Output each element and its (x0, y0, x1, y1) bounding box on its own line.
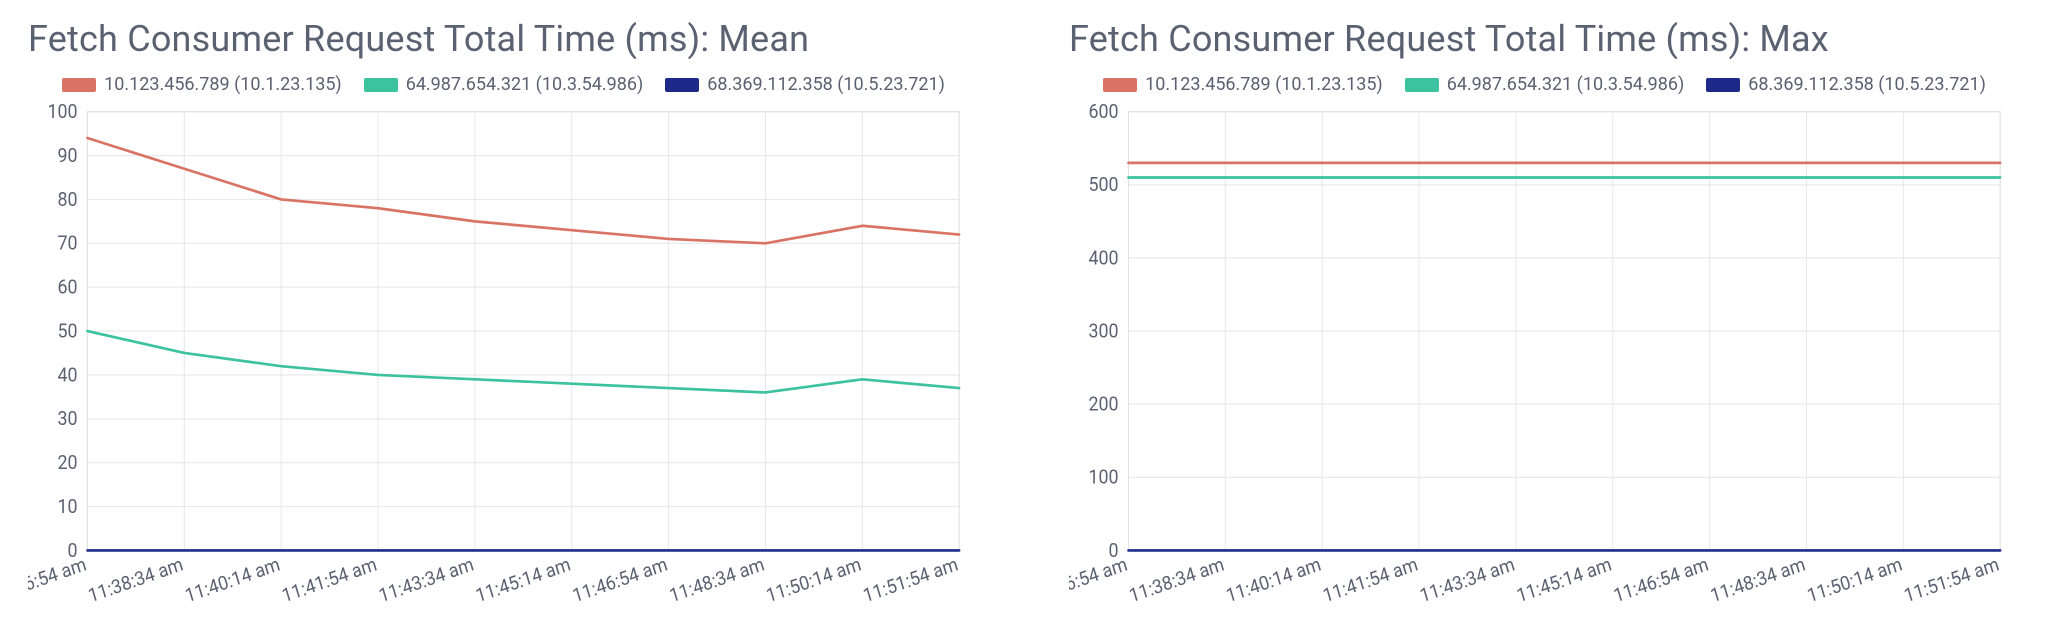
svg-text:60: 60 (57, 276, 77, 299)
svg-text:11:38:34 am: 11:38:34 am (86, 553, 186, 608)
chart-svg-mean: 010203040506070809010011:36:54 am11:38:3… (28, 101, 979, 636)
svg-text:11:41:54 am: 11:41:54 am (1320, 553, 1420, 608)
legend-max: 10.123.456.789 (10.1.23.135) 64.987.654.… (1069, 74, 2020, 95)
svg-text:11:40:14 am: 11:40:14 am (1223, 553, 1323, 608)
svg-text:90: 90 (57, 144, 77, 167)
svg-text:11:43:34 am: 11:43:34 am (376, 553, 476, 608)
svg-text:11:41:54 am: 11:41:54 am (279, 553, 379, 608)
svg-text:11:46:54 am: 11:46:54 am (1611, 553, 1711, 608)
legend-label-c-max: 68.369.112.358 (10.5.23.721) (1748, 74, 1986, 95)
svg-text:100: 100 (1088, 466, 1118, 489)
svg-text:80: 80 (57, 188, 77, 211)
chart-max: 010020030040050060011:36:54 am11:38:34 a… (1069, 101, 2020, 636)
svg-text:300: 300 (1088, 320, 1118, 343)
legend-swatch-c-max (1706, 78, 1740, 92)
panel-title-max: Fetch Consumer Request Total Time (ms): … (1069, 18, 2020, 60)
legend-item-c-max: 68.369.112.358 (10.5.23.721) (1706, 74, 1986, 95)
svg-text:20: 20 (57, 451, 77, 474)
svg-text:11:50:14 am: 11:50:14 am (764, 553, 864, 608)
svg-text:11:48:34 am: 11:48:34 am (667, 553, 767, 608)
legend-swatch-b-max (1405, 78, 1439, 92)
legend-label-a-max: 10.123.456.789 (10.1.23.135) (1145, 74, 1383, 95)
svg-text:11:50:14 am: 11:50:14 am (1805, 553, 1905, 608)
legend-swatch-c (665, 78, 699, 92)
dashboard: Fetch Consumer Request Total Time (ms): … (0, 0, 2048, 644)
svg-text:11:38:34 am: 11:38:34 am (1127, 553, 1227, 608)
legend-item-c: 68.369.112.358 (10.5.23.721) (665, 74, 945, 95)
panel-title-mean: Fetch Consumer Request Total Time (ms): … (28, 18, 979, 60)
panel-mean: Fetch Consumer Request Total Time (ms): … (28, 18, 979, 636)
svg-text:40: 40 (57, 364, 77, 387)
svg-text:11:43:34 am: 11:43:34 am (1417, 553, 1517, 608)
legend-label-c: 68.369.112.358 (10.5.23.721) (707, 74, 945, 95)
svg-text:600: 600 (1088, 101, 1118, 123)
legend-label-b-max: 64.987.654.321 (10.3.54.986) (1447, 74, 1685, 95)
svg-text:11:45:14 am: 11:45:14 am (473, 553, 573, 608)
svg-text:11:51:54 am: 11:51:54 am (860, 553, 960, 608)
legend-swatch-a-max (1103, 78, 1137, 92)
legend-item-a-max: 10.123.456.789 (10.1.23.135) (1103, 74, 1383, 95)
legend-mean: 10.123.456.789 (10.1.23.135) 64.987.654.… (28, 74, 979, 95)
legend-item-b-max: 64.987.654.321 (10.3.54.986) (1405, 74, 1685, 95)
chart-svg-max: 010020030040050060011:36:54 am11:38:34 a… (1069, 101, 2020, 636)
svg-text:70: 70 (57, 232, 77, 255)
legend-label-a: 10.123.456.789 (10.1.23.135) (104, 74, 342, 95)
svg-text:11:36:54 am: 11:36:54 am (28, 553, 89, 608)
svg-text:11:45:14 am: 11:45:14 am (1514, 553, 1614, 608)
svg-text:30: 30 (57, 408, 77, 431)
chart-mean: 010203040506070809010011:36:54 am11:38:3… (28, 101, 979, 636)
legend-swatch-b (364, 78, 398, 92)
svg-text:100: 100 (47, 101, 77, 123)
legend-item-b: 64.987.654.321 (10.3.54.986) (364, 74, 644, 95)
svg-text:200: 200 (1088, 393, 1118, 416)
svg-text:10: 10 (57, 495, 77, 518)
legend-label-b: 64.987.654.321 (10.3.54.986) (406, 74, 644, 95)
svg-text:11:40:14 am: 11:40:14 am (182, 553, 282, 608)
panel-max: Fetch Consumer Request Total Time (ms): … (1069, 18, 2020, 636)
legend-item-a: 10.123.456.789 (10.1.23.135) (62, 74, 342, 95)
svg-text:11:48:34 am: 11:48:34 am (1708, 553, 1808, 608)
svg-text:11:46:54 am: 11:46:54 am (570, 553, 670, 608)
svg-text:11:36:54 am: 11:36:54 am (1069, 553, 1130, 608)
svg-text:400: 400 (1088, 247, 1118, 270)
svg-text:500: 500 (1088, 174, 1118, 197)
svg-text:11:51:54 am: 11:51:54 am (1901, 553, 2001, 608)
svg-text:50: 50 (57, 320, 77, 343)
legend-swatch-a (62, 78, 96, 92)
